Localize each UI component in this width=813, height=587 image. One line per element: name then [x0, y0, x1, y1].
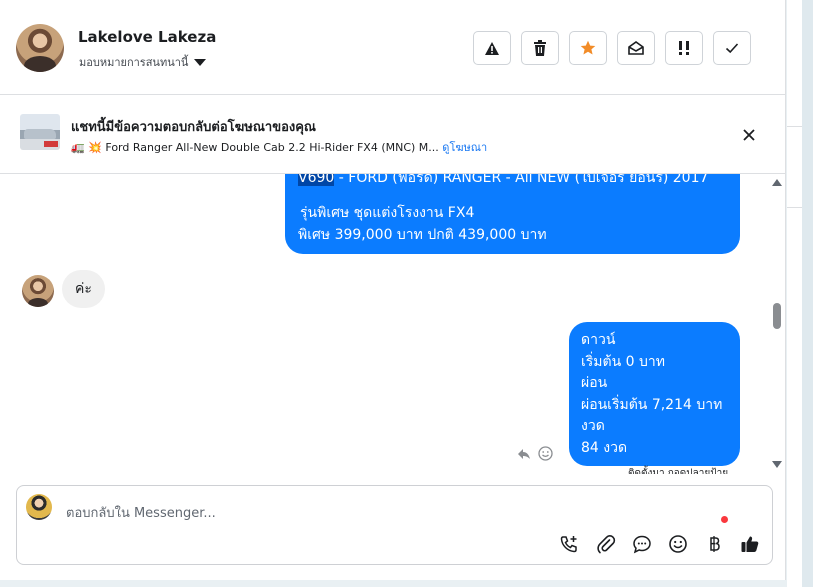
- smiley-icon: [538, 446, 553, 461]
- highlighted-code: V690: [298, 174, 335, 186]
- reply-input[interactable]: ตอบกลับใน Messenger...: [66, 502, 216, 523]
- react-button[interactable]: [538, 446, 553, 461]
- incoming-message[interactable]: ค่ะ: [62, 270, 105, 308]
- message-line: V690 - FORD (ฟอร์ด) RANGER - All NEW (ใบ…: [298, 174, 708, 189]
- conversation-panel: Lakelove Lakeza มอบหมายการสนทนานี้ แชทนี…: [0, 0, 786, 580]
- emoji-button[interactable]: [667, 533, 689, 555]
- message-thread[interactable]: V690 - FORD (ฟอร์ด) RANGER - All NEW (ใบ…: [0, 174, 785, 474]
- mark-important-button[interactable]: [665, 31, 703, 65]
- message-line: พิเศษ 399,000 บาท ปกติ 439,000 บาท: [298, 227, 547, 243]
- outgoing-message[interactable]: ดาวน์ เริ่มต้น 0 บาท ผ่อน ผ่อนเริ่มต้น 7…: [569, 322, 740, 466]
- assign-label: มอบหมายการสนทนานี้: [79, 56, 189, 69]
- message-line: งวด: [581, 418, 605, 435]
- message-actions: [517, 446, 553, 461]
- warning-icon: [485, 41, 499, 55]
- message-composer[interactable]: ตอบกลับใน Messenger...: [16, 485, 773, 565]
- contact-avatar[interactable]: [16, 24, 64, 72]
- message-line: เริ่มต้น 0 บาท: [581, 353, 665, 370]
- trash-icon: [534, 40, 546, 56]
- thumbs-up-icon: [741, 536, 759, 552]
- delete-button[interactable]: [521, 31, 559, 65]
- divider: [787, 207, 802, 208]
- view-ad-link[interactable]: ดูโฆษณา: [442, 141, 487, 154]
- important-icon: [679, 41, 689, 55]
- assign-conversation-dropdown[interactable]: มอบหมายการสนทนานี้: [79, 53, 207, 71]
- sender-avatar[interactable]: [22, 275, 54, 307]
- call-button[interactable]: [558, 533, 580, 555]
- payment-button[interactable]: [703, 533, 725, 555]
- report-spam-button[interactable]: [473, 31, 511, 65]
- message-line-text: - FORD (ฟอร์ด) RANGER - All NEW (ใบเจอร์…: [334, 174, 709, 186]
- ad-banner-description: 🚛 💥 Ford Ranger All-New Double Cab 2.2 H…: [71, 138, 487, 156]
- attach-button[interactable]: [595, 533, 617, 555]
- saved-replies-button[interactable]: [631, 533, 653, 555]
- message-line: ผ่อนเริ่มต้น 7,214 บาท: [581, 396, 723, 413]
- close-banner-button[interactable]: [740, 126, 758, 144]
- ad-text: Ford Ranger All-New Double Cab 2.2 Hi-Ri…: [105, 141, 439, 154]
- ad-banner-title: แชทนี้มีข้อความตอบกลับต่อโฆษณาของคุณ: [71, 120, 316, 135]
- scroll-down-arrow[interactable]: [772, 461, 782, 468]
- star-icon: [580, 40, 596, 55]
- like-button[interactable]: [739, 533, 761, 555]
- contact-name[interactable]: Lakelove Lakeza: [78, 28, 216, 46]
- paperclip-icon: [597, 535, 616, 554]
- reply-icon: [518, 448, 530, 459]
- page-background: [802, 0, 813, 587]
- message-line: รุ่นพิเศษ ชุดแต่งโรงงาน FX4: [300, 205, 475, 221]
- ad-thumbnail[interactable]: [20, 114, 60, 150]
- call-add-icon: [560, 536, 577, 553]
- emoji-icon: [669, 535, 687, 553]
- baht-icon: [710, 536, 720, 552]
- conversation-header: Lakelove Lakeza มอบหมายการสนทนานี้: [0, 0, 785, 95]
- page-avatar: [26, 494, 52, 520]
- mark-unread-icon: [628, 41, 644, 55]
- mark-unread-button[interactable]: [617, 31, 655, 65]
- message-line: ดาวน์: [581, 332, 616, 348]
- outgoing-message[interactable]: V690 - FORD (ฟอร์ด) RANGER - All NEW (ใบ…: [285, 174, 740, 254]
- message-line: 84 งวด: [581, 439, 628, 456]
- star-button[interactable]: [569, 31, 607, 65]
- reply-button[interactable]: [517, 448, 531, 460]
- truncated-message-text: ติดตั้งมา ถอดปลายป้าย: [628, 468, 729, 474]
- message-line: ผ่อน: [581, 375, 608, 392]
- check-icon: [725, 43, 739, 54]
- divider: [787, 126, 802, 127]
- ad-emoji: 🚛 💥: [71, 141, 102, 154]
- side-panel-edge: [787, 0, 802, 587]
- close-icon: [743, 129, 755, 141]
- chevron-down-icon: [194, 58, 207, 66]
- notification-dot: [721, 516, 728, 523]
- scrollbar-thumb[interactable]: [773, 303, 781, 329]
- chat-bubble-icon: [633, 535, 651, 554]
- mark-done-button[interactable]: [713, 31, 751, 65]
- scroll-up-arrow[interactable]: [772, 179, 782, 186]
